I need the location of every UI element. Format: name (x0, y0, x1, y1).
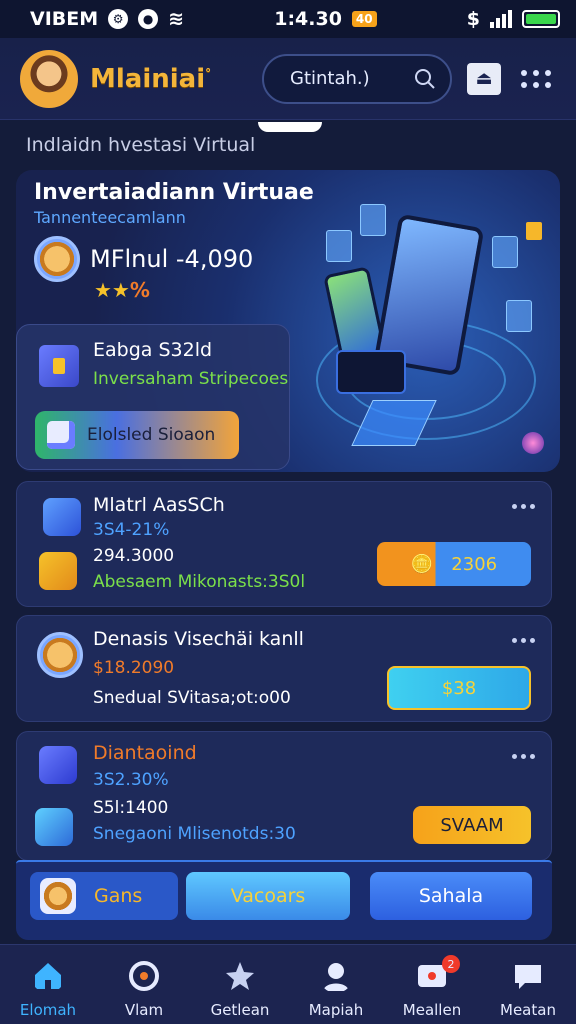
battery-icon (522, 10, 560, 28)
gold-box-icon (526, 222, 542, 240)
bottom-navigation: Elomah Vlam Getlean Mapiah 2 Meallen Mea… (0, 944, 576, 1024)
hero-inner-card[interactable]: Eabga S32ld Inversaham Stripecoes Elolsl… (16, 324, 290, 470)
nav-label: Meallen (402, 1001, 462, 1019)
star-icon (226, 962, 254, 990)
target-icon (129, 961, 159, 991)
hero-subtitle: Tannenteecamlann (34, 208, 186, 227)
quick-action-vacoars[interactable]: Vacoars (186, 872, 350, 920)
box-icon (47, 421, 75, 449)
app-header: Mlainiai° Gtintah.) ⏏ (0, 38, 576, 120)
upload-icon: ⏏ (467, 62, 501, 95)
quick-action-games[interactable]: Gans (30, 872, 178, 920)
settings-icon: ⚙ (108, 9, 129, 29)
card-percent: 3S4-21% (93, 520, 170, 540)
nav-label: Mapiah (308, 1001, 364, 1019)
hero-cta-label: Elolsled Sioaon (87, 425, 216, 445)
stars-extra: % (129, 278, 150, 302)
search-box[interactable]: Gtintah.) (262, 53, 452, 104)
status-center: 1:4.30 40 (274, 8, 377, 30)
quick-action-label: Gans (94, 885, 143, 907)
hero-title: Invertaiadiann Virtuae (34, 180, 314, 205)
hero-balance: MFlnul -4,090 (90, 245, 254, 273)
nav-label: Meatan (500, 1001, 556, 1019)
circle-icon: ● (138, 9, 159, 29)
status-left: VIBEM ⚙ ● ≋ (30, 8, 184, 30)
card-action-button[interactable]: SVAAM (413, 806, 531, 844)
nav-item-profile[interactable]: Mapiah (288, 945, 384, 1024)
carrier-label: VIBEM (30, 8, 99, 30)
card-amount: 294.3000 (93, 546, 175, 566)
more-icon[interactable] (512, 638, 535, 643)
avatar-icon (37, 632, 83, 678)
upload-button[interactable]: ⏏ (464, 59, 504, 99)
home-icon (35, 963, 61, 989)
hero-card-subtitle: Inversaham Stripecoes (93, 369, 289, 389)
nav-label: Getlean (210, 1001, 270, 1019)
search-icon[interactable] (414, 68, 436, 90)
status-bar: VIBEM ⚙ ● ≋ 1:4.30 40 $ (0, 0, 576, 38)
card-title: Denasis Visechäi kanll (93, 628, 304, 650)
notification-badge: 2 (442, 955, 460, 973)
package-icon (39, 552, 77, 590)
search-text: Gtintah.) (290, 68, 370, 89)
coins-icon: 🪙 (410, 553, 434, 575)
nav-item-chat[interactable]: Meatan (480, 945, 576, 1024)
clock: 1:4.30 (274, 8, 342, 30)
investment-card[interactable]: Denasis Visechäi kanll $18.2090 Snedual … (16, 615, 552, 722)
card-amount: S5l:1400 (93, 798, 169, 818)
brand-mark: ° (205, 65, 212, 80)
card-action-button[interactable]: $38 (387, 666, 531, 710)
more-icon[interactable] (512, 504, 535, 509)
card-detail: Abesaem Mikonasts:3S0l (93, 572, 306, 592)
stack-icon (35, 808, 73, 846)
nav-item-target[interactable]: Vlam (96, 945, 192, 1024)
card-detail: Snedual SVitasa;ot:o00 (93, 688, 291, 708)
nav-label: Vlam (124, 1001, 164, 1019)
rating-stars: ★★% (94, 278, 150, 302)
nav-item-star[interactable]: Getlean (192, 945, 288, 1024)
wifi-icon: ≋ (168, 8, 185, 30)
card-title: Diantaoind (93, 742, 197, 764)
grid-menu-icon (521, 69, 551, 88)
card-detail: Snegaoni Mlisenotds:30 (93, 824, 296, 844)
card-action-button[interactable]: 🪙 2306 (377, 542, 531, 586)
card-amount: $18.2090 (93, 658, 175, 678)
dollar-icon: $ (466, 8, 480, 30)
dice-icon (39, 746, 77, 784)
gear-coin-icon (40, 878, 76, 914)
tab-indicator (258, 122, 322, 132)
card-action-label: 2306 (451, 553, 498, 575)
time-badge: 40 (351, 11, 377, 27)
card-title: Mlatrl AasSCh (93, 494, 225, 516)
more-icon[interactable] (512, 754, 535, 759)
hero-balance-row: MFlnul -4,090 (34, 236, 253, 282)
hero-cta-button[interactable]: Elolsled Sioaon (35, 411, 239, 459)
signal-icon (490, 10, 512, 28)
status-right: $ (467, 8, 560, 30)
nav-label: Elomah (19, 1001, 77, 1019)
nav-item-messages[interactable]: 2 Meallen (384, 945, 480, 1024)
investment-card[interactable]: Mlatrl AasSCh 3S4-21% 294.3000 Abesaem M… (16, 481, 552, 607)
avatar[interactable] (20, 49, 78, 108)
stars-icon: ★★ (94, 278, 130, 302)
device-icon (336, 350, 406, 394)
wallet-icon (43, 498, 81, 536)
hero-card-title: Eabga S32ld (93, 339, 213, 361)
investment-illustration (296, 200, 556, 460)
menu-button[interactable] (516, 59, 556, 99)
hero-banner[interactable]: Invertaiadiann Virtuae Tannenteecamlann … (16, 170, 560, 472)
profile-icon (323, 963, 349, 991)
quick-actions-bar: Gans Vacoars Sahala (16, 860, 552, 940)
nav-item-home[interactable]: Elomah (0, 945, 96, 1024)
orb-icon (522, 432, 544, 454)
cube-icon (39, 345, 79, 387)
brand-title: Mlainiai° (90, 64, 250, 94)
investment-card[interactable]: Diantaoind 3S2.30% S5l:1400 Snegaoni Mli… (16, 731, 552, 861)
quick-action-sahala[interactable]: Sahala (370, 872, 532, 920)
coin-icon (34, 236, 80, 282)
chat-icon (515, 965, 541, 989)
brand-name: Mlainiai (90, 63, 206, 94)
card-percent: 3S2.30% (93, 770, 169, 790)
